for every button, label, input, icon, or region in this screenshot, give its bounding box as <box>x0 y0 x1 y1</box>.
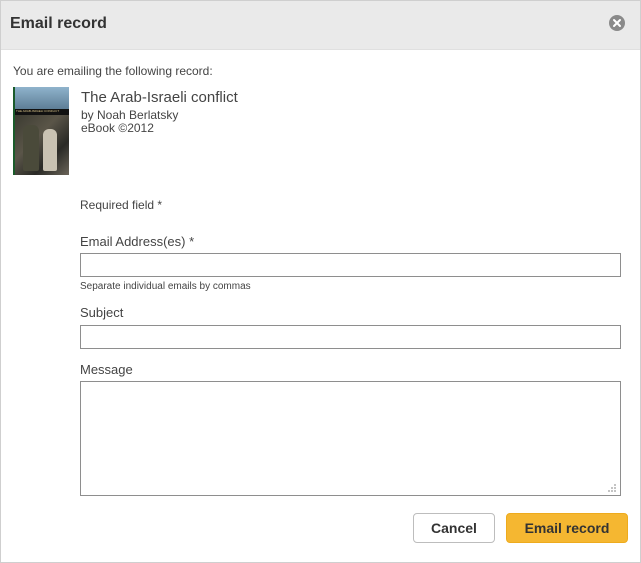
email-label: Email Address(es) * <box>80 234 195 249</box>
close-icon[interactable] <box>609 15 625 31</box>
required-field-note: Required field * <box>80 198 163 212</box>
cancel-button[interactable]: Cancel <box>413 513 495 543</box>
message-textarea[interactable] <box>80 381 621 496</box>
dialog-titlebar: Email record <box>1 1 640 50</box>
record-title: The Arab-Israeli conflict <box>81 89 238 106</box>
subject-label: Subject <box>80 305 124 320</box>
resize-grip-icon[interactable] <box>607 483 617 493</box>
dialog-title: Email record <box>10 15 107 32</box>
message-label: Message <box>80 362 133 377</box>
email-record-button[interactable]: Email record <box>506 513 628 543</box>
subject-field[interactable] <box>80 325 621 349</box>
cover-title: THE ARAB-ISRAELI CONFLICT <box>16 109 60 113</box>
book-cover-image: THE ARAB-ISRAELI CONFLICT <box>13 87 69 175</box>
record-author: by Noah Berlatsky <box>81 108 179 122</box>
intro-text: You are emailing the following record: <box>13 64 213 78</box>
email-record-dialog: Email record You are emailing the follow… <box>0 0 641 563</box>
record-format: eBook ©2012 <box>81 121 154 135</box>
email-hint: Separate individual emails by commas <box>80 281 251 292</box>
email-field[interactable] <box>80 253 621 277</box>
